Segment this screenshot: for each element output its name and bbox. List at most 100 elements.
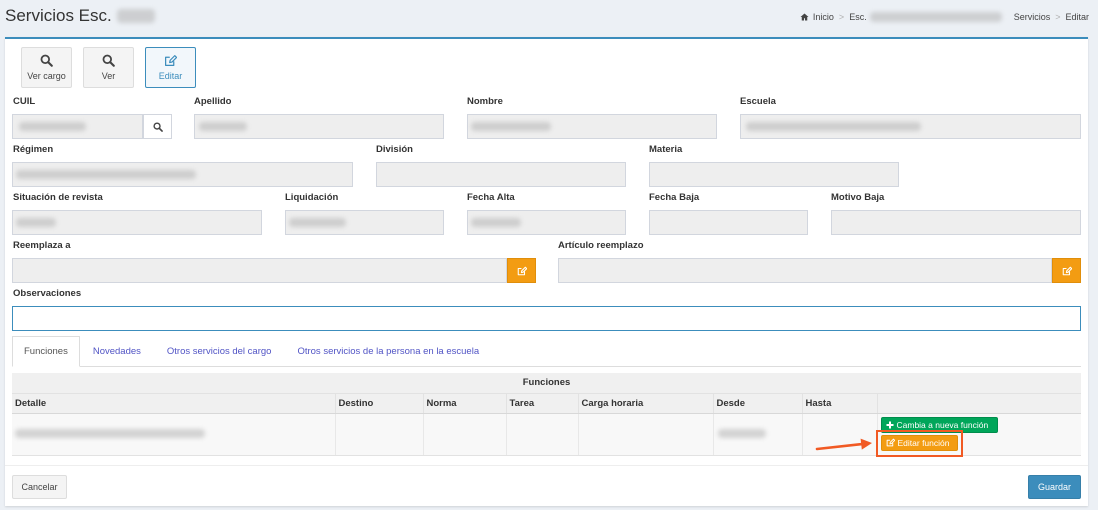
breadcrumb-home-link[interactable]: Inicio — [813, 12, 834, 22]
table-caption: Funciones — [12, 373, 1082, 394]
motivo-baja-label: Motivo Baja — [831, 192, 885, 203]
breadcrumb: Inicio > Esc. Servicios > Editar — [800, 10, 1089, 24]
cuil-field — [12, 114, 143, 139]
plus-icon — [886, 421, 894, 429]
observaciones-label: Observaciones — [13, 288, 82, 299]
save-button[interactable]: Guardar — [1028, 475, 1081, 499]
cell-tarea — [506, 413, 579, 456]
cuil-search-button[interactable] — [143, 114, 172, 139]
column-header-carga-horaria: Carga horaria — [578, 393, 714, 414]
escuela-field — [740, 114, 1081, 139]
page-title: Servicios Esc. — [5, 4, 155, 28]
materia-label: Materia — [649, 144, 683, 155]
cancel-button[interactable]: Cancelar — [12, 475, 67, 499]
fecha-alta-label: Fecha Alta — [467, 192, 515, 203]
ver-label: Ver — [101, 71, 116, 81]
observaciones-input[interactable] — [12, 306, 1081, 331]
breadcrumb-separator: > — [838, 12, 845, 22]
cuil-label: CUIL — [13, 96, 36, 107]
table-header-row: Detalle Destino Norma Tarea Carga horari… — [12, 393, 1082, 414]
reemplaza-a-label: Reemplaza a — [13, 240, 71, 251]
editar-label: Editar — [158, 71, 183, 81]
nombre-field — [467, 114, 717, 139]
breadcrumb-separator: > — [1055, 12, 1061, 22]
articulo-reemplazo-field — [558, 258, 1052, 283]
tab-otros-servicios-persona[interactable]: Otros servicios de la persona en la escu… — [284, 336, 492, 366]
redacted-value — [471, 122, 551, 131]
situacion-revista-field — [12, 210, 262, 235]
column-header-actions — [877, 393, 1082, 414]
tab-funciones[interactable]: Funciones — [12, 336, 80, 367]
column-header-destino: Destino — [335, 393, 424, 414]
motivo-baja-field — [831, 210, 1081, 235]
cambia-nueva-funcion-label: Cambia a nueva función — [896, 419, 989, 430]
regimen-label: Régimen — [13, 144, 54, 155]
redacted-school-name — [116, 9, 155, 23]
column-header-hasta: Hasta — [802, 393, 878, 414]
situacion-revista-label: Situación de revista — [13, 192, 103, 203]
fecha-alta-field — [467, 210, 626, 235]
editar-funcion-label: Editar función — [897, 437, 950, 448]
apellido-label: Apellido — [194, 96, 232, 107]
apellido-field — [194, 114, 444, 139]
redacted-value — [16, 218, 56, 227]
reemplaza-a-edit-button[interactable] — [507, 258, 536, 283]
column-header-tarea: Tarea — [506, 393, 579, 414]
redacted-value — [199, 122, 247, 131]
cell-desde — [713, 413, 803, 456]
editar-button[interactable]: Editar — [145, 47, 196, 88]
edit-icon — [1062, 266, 1072, 276]
page-title-text: Servicios Esc. — [5, 6, 112, 25]
breadcrumb-school-link[interactable]: Esc. — [849, 12, 867, 22]
liquidacion-field — [285, 210, 444, 235]
service-edit-panel: Ver cargo Ver Editar CUIL Apellido Nombr… — [5, 37, 1088, 506]
cell-hasta — [802, 413, 878, 456]
regimen-field — [12, 162, 353, 187]
home-icon[interactable] — [800, 13, 809, 21]
ver-cargo-label: Ver cargo — [27, 71, 66, 81]
breadcrumb-current: Editar — [1065, 12, 1089, 22]
cell-detalle — [12, 413, 336, 456]
ver-cargo-button[interactable]: Ver cargo — [21, 47, 72, 88]
breadcrumb-services-link[interactable]: Servicios — [1014, 12, 1051, 22]
column-header-norma: Norma — [423, 393, 507, 414]
redacted-value — [717, 429, 766, 439]
redacted-value — [471, 218, 521, 227]
search-icon — [152, 121, 163, 132]
escuela-label: Escuela — [740, 96, 776, 107]
edit-icon — [517, 266, 527, 276]
redacted-value — [289, 218, 346, 227]
cambia-nueva-funcion-button[interactable]: Cambia a nueva función — [880, 416, 998, 433]
articulo-reemplazo-label: Artículo reemplazo — [558, 240, 644, 251]
tab-bar: Funciones Novedades Otros servicios del … — [12, 336, 1081, 367]
redacted-value — [16, 170, 196, 179]
table-row: Cambia a nueva función Editar función — [12, 413, 1082, 456]
cell-carga-horaria — [578, 413, 714, 456]
division-field — [376, 162, 626, 187]
column-header-desde: Desde — [713, 393, 803, 414]
fecha-baja-field — [649, 210, 808, 235]
cell-norma — [423, 413, 507, 456]
fecha-baja-label: Fecha Baja — [649, 192, 700, 203]
nombre-label: Nombre — [467, 96, 503, 107]
funciones-table: Funciones Detalle Destino Norma Tarea Ca… — [12, 373, 1082, 456]
tab-novedades[interactable]: Novedades — [80, 336, 154, 366]
redacted-value — [19, 122, 86, 131]
cell-actions: Cambia a nueva función Editar función — [877, 413, 1082, 456]
reemplaza-a-field — [12, 258, 507, 283]
search-icon — [102, 54, 115, 67]
redacted-value — [15, 429, 205, 439]
ver-button[interactable]: Ver — [83, 47, 134, 88]
column-header-detalle: Detalle — [12, 393, 336, 414]
liquidacion-label: Liquidación — [285, 192, 339, 203]
table-caption-row: Funciones — [12, 373, 1082, 394]
materia-field — [649, 162, 899, 187]
editar-funcion-button[interactable]: Editar función — [880, 434, 958, 451]
redacted-school-name — [869, 12, 1002, 22]
redacted-value — [746, 122, 921, 131]
edit-icon — [164, 54, 177, 67]
tab-otros-servicios-cargo[interactable]: Otros servicios del cargo — [154, 336, 285, 366]
edit-icon — [886, 438, 895, 447]
division-label: División — [376, 144, 413, 155]
articulo-reemplazo-edit-button[interactable] — [1052, 258, 1081, 283]
